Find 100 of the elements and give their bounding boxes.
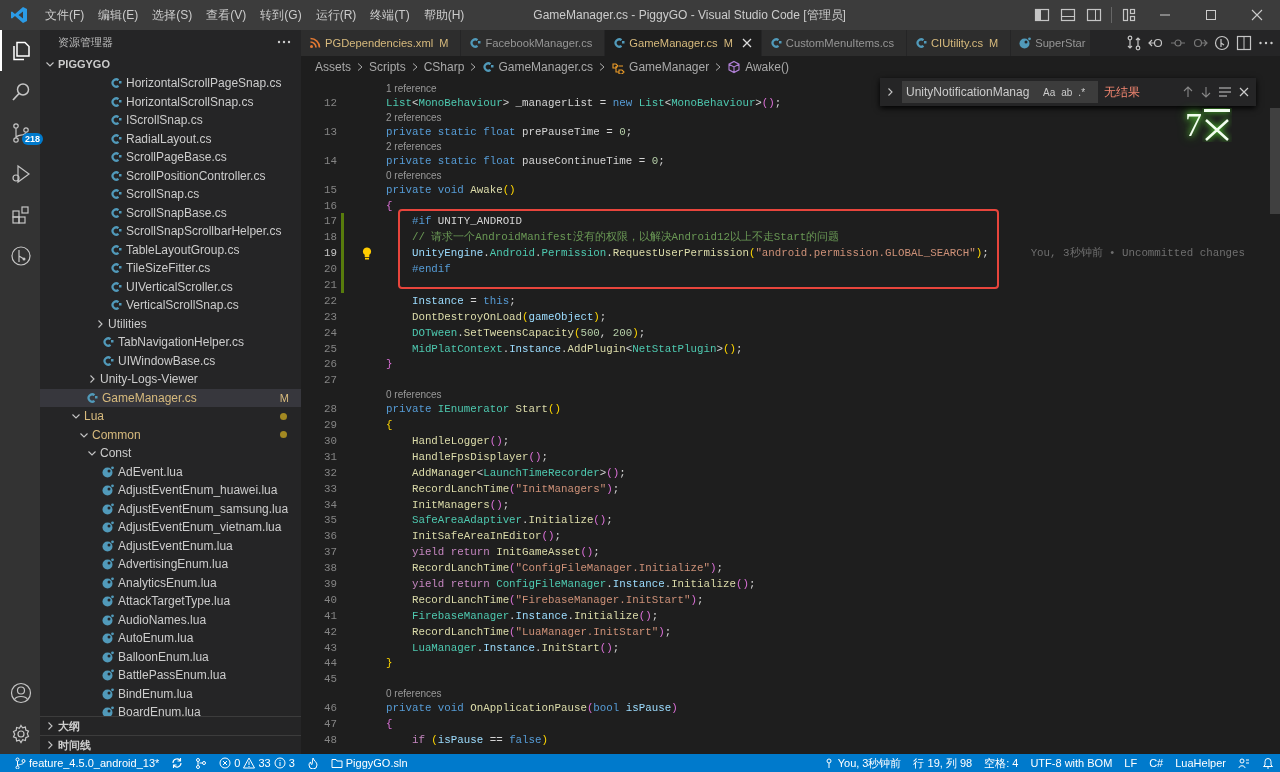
section-header[interactable]: 大纲 [40,716,301,735]
scrollbar-thumb[interactable] [1270,108,1280,214]
file-item[interactable]: BattlePassEnum.lua [40,666,301,685]
folder-item[interactable]: PIGGYGO [40,54,301,74]
arrow-up-icon[interactable] [1182,86,1194,98]
panel-layout-icon[interactable] [1060,7,1076,23]
file-item[interactable]: AdEvent.lua [40,462,301,481]
editor-tab[interactable]: PGDependencies.xml M [301,30,462,56]
editor-tab[interactable]: CIUtility.cs M [907,30,1012,56]
status-item[interactable]: You, 3秒钟前 [816,754,908,772]
file-item[interactable]: UIVerticalScroller.cs [40,277,301,296]
menu-item[interactable]: 选择(S) [145,6,200,24]
sync-icon[interactable] [171,757,184,769]
folder-item[interactable]: Const [40,444,301,463]
file-item[interactable]: AdjustEventEnum_samsung.lua [40,499,301,518]
split-layout-icon[interactable] [1086,7,1102,23]
folder-item[interactable]: Lua [40,407,301,426]
code-lens-link[interactable]: 1 reference [386,82,437,95]
maximize-icon[interactable] [1203,7,1219,23]
lightbulb-icon[interactable] [362,246,372,260]
file-item[interactable]: BoardEnum.lua [40,703,301,716]
file-item[interactable]: BalloonEnum.lua [40,647,301,666]
breadcrumb-item[interactable]: Assets [315,60,351,74]
layout-grid-icon[interactable] [1121,7,1137,23]
file-item[interactable]: AutoEnum.lua [40,629,301,648]
breadcrumb-item[interactable]: GameManager.cs [482,60,594,74]
folder-item[interactable]: Unity-Logs-Viewer [40,370,301,389]
editor-tab[interactable]: CustomMenuItems.cs [761,30,907,56]
code-lens-link[interactable]: 2 references [386,139,442,153]
flame-icon[interactable] [306,757,319,769]
lines-icon[interactable] [1218,86,1232,98]
menu-item[interactable]: 查看(V) [199,6,254,24]
compare-changes-icon[interactable] [1126,35,1142,51]
file-item[interactable]: VerticalScrollSnap.cs [40,296,301,315]
editor-tab[interactable]: SuperStar [1011,30,1091,56]
editor-tab[interactable]: GameManager.cs M [605,30,762,56]
file-item[interactable]: AdvertisingEnum.lua [40,555,301,574]
status-item[interactable]: 空格: 4 [978,754,1025,772]
code-lens-link[interactable]: 0 references [386,168,442,182]
menu-item[interactable]: 帮助(H) [416,6,472,24]
file-item[interactable]: ScrollPositionController.cs [40,166,301,185]
breadcrumb-item[interactable]: CSharp [423,60,465,74]
split-editor-icon[interactable] [1236,35,1252,51]
close-icon[interactable] [1249,7,1265,23]
close-icon[interactable] [1202,108,1232,142]
menu-item[interactable]: 文件(F) [38,6,92,24]
menu-item[interactable]: 终端(T) [363,6,417,24]
bell-icon[interactable] [1262,757,1274,769]
file-item[interactable]: AdjustEventEnum_vietnam.lua [40,518,301,537]
close-icon[interactable] [1238,86,1250,98]
file-item[interactable]: ScrollSnapBase.cs [40,203,301,222]
file-item[interactable]: TabNavigationHelper.cs [40,333,301,352]
account-icon[interactable] [9,680,33,705]
file-item[interactable]: ScrollSnap.cs [40,185,301,204]
breadcrumb-item[interactable]: Awake() [727,60,789,74]
breadcrumb-item[interactable]: GameManager [611,60,710,74]
code-lens-link[interactable]: 0 references [386,687,442,701]
git-lens-icon[interactable] [1214,35,1230,51]
close-icon[interactable] [740,37,753,49]
git-graph-icon[interactable] [9,243,33,268]
feedback-icon[interactable] [1238,757,1250,769]
file-item[interactable]: AdjustEventEnum_huawei.lua [40,481,301,500]
code-lens-link[interactable]: 0 references [386,388,442,402]
sidebar-layout-icon[interactable] [1034,7,1050,23]
file-item[interactable]: HorizontalScrollSnap.cs [40,92,301,111]
file-item[interactable]: ScrollPageBase.cs [40,148,301,167]
file-item[interactable]: UIWindowBase.cs [40,351,301,370]
file-item[interactable]: IScrollSnap.cs [40,111,301,130]
graph-icon[interactable] [195,757,208,769]
file-item[interactable]: TileSizeFitter.cs [40,259,301,278]
file-item[interactable]: HorizontalScrollPageSnap.cs [40,74,301,93]
status-item[interactable]: 行 19, 列 98 [907,754,979,772]
menu-item[interactable]: 转到(G) [253,6,309,24]
option-toggle[interactable]: Aa [1042,86,1057,98]
status-item[interactable]: feature_4.5.0_android_13* [8,754,166,772]
folder-item[interactable]: Utilities [40,314,301,333]
search-field[interactable]: UnityNotificationManag Aa ab .* [902,81,1098,103]
status-item[interactable]: C# [1143,754,1170,772]
menu-item[interactable]: 运行(R) [308,6,364,24]
file-item[interactable]: AnalyticsEnum.lua [40,573,301,592]
file-item[interactable]: AttackTargetType.lua [40,592,301,611]
arrow-down-icon[interactable] [1200,86,1212,98]
file-item[interactable]: BindEnum.lua [40,684,301,703]
option-toggle[interactable]: ab [1060,86,1074,98]
problems-button[interactable]: 0 33 3 [213,754,301,772]
status-item[interactable]: PiggyGO.sln [324,754,414,772]
editor-tab[interactable]: FacebookManager.cs [461,30,606,56]
option-toggle[interactable]: .* [1077,86,1087,98]
code-lens-link[interactable]: 2 references [386,110,442,124]
file-item[interactable]: GameManager.cs M [40,388,301,407]
status-item[interactable]: UTF-8 with BOM [1024,754,1119,772]
file-item[interactable]: AudioNames.lua [40,610,301,629]
status-item[interactable]: LF [1118,754,1144,772]
file-item[interactable]: TableLayoutGroup.cs [40,240,301,259]
breadcrumb-item[interactable]: Scripts [369,60,406,74]
menu-item[interactable]: 编辑(E) [91,6,146,24]
file-item[interactable]: AdjustEventEnum.lua [40,536,301,555]
status-item[interactable]: LuaHelper [1169,754,1232,772]
folder-item[interactable]: Common [40,425,301,444]
file-item[interactable]: ScrollSnapScrollbarHelper.cs [40,222,301,241]
